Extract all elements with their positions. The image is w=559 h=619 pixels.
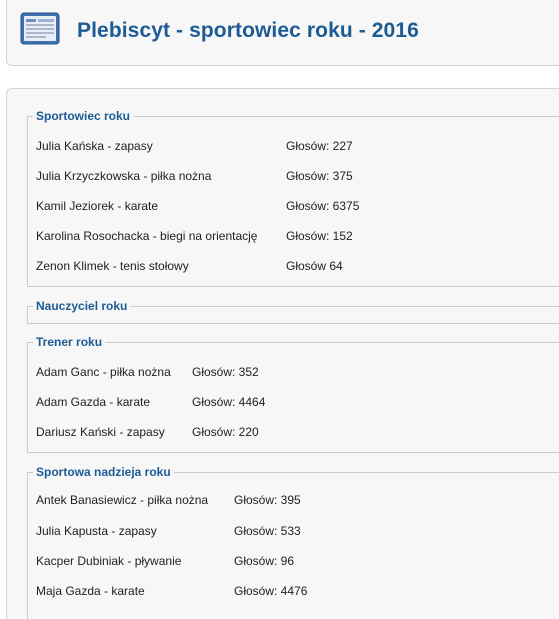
vote-count: Głosów 64: [286, 259, 343, 273]
page: Plebiscyt - sportowiec roku - 2016 Sport…: [0, 0, 559, 619]
category-trener-roku: Trener roku Adam Ganc - piłka nożna Głos…: [27, 333, 559, 453]
candidate-name: Karolina Rosochacka - biegi na orientacj…: [36, 229, 258, 243]
vote-count: Głosów: 533: [234, 524, 301, 538]
candidate-name: Julia Krzyczkowska - piłka nożna: [36, 169, 212, 183]
candidate-name: Kacper Dubiniak - pływanie: [36, 554, 182, 568]
category-legend: Sportowa nadzieja roku: [33, 463, 174, 481]
candidate-name: Kamil Jeziorek - karate: [36, 199, 159, 213]
vote-count: Głosów: 4476: [234, 584, 308, 598]
category-sportowa-nadzieja-roku: Sportowa nadzieja roku Antek Banasiewicz…: [27, 463, 559, 619]
vote-count: Głosów: 375: [286, 169, 353, 183]
category-legend: Nauczyciel roku: [33, 297, 131, 315]
vote-count: Głosów: 352: [192, 365, 259, 379]
candidate-name: Julia Kapusta - zapasy: [36, 524, 157, 538]
category-sportowiec-roku: Sportowiec roku Julia Kańska - zapasy Gł…: [27, 107, 559, 287]
candidate-name: Maja Gazda - karate: [36, 584, 145, 598]
vote-count: Głosów: 6375: [286, 199, 360, 213]
category-nauczyciel-roku: Nauczyciel roku: [27, 297, 559, 324]
candidate-name: Antek Banasiewicz - piłka nożna: [36, 493, 209, 507]
candidate-name: Adam Ganc - piłka nożna: [36, 365, 171, 379]
candidate-name: Zenon Klimek - tenis stołowy: [36, 259, 189, 273]
vote-count: Głosów: 220: [192, 425, 259, 439]
list-document-icon: [20, 12, 60, 45]
vote-count: Głosów: 96: [234, 554, 295, 568]
content-panel: Sportowiec roku Julia Kańska - zapasy Gł…: [6, 88, 559, 619]
page-title: Plebiscyt - sportowiec roku - 2016: [77, 19, 419, 42]
vote-count: Głosów: 227: [286, 139, 353, 153]
candidate-name: Dariusz Kański - zapasy: [36, 425, 165, 439]
category-legend: Trener roku: [33, 333, 106, 351]
vote-count: Głosów: 395: [234, 493, 301, 507]
vote-count: Głosów: 4464: [192, 395, 266, 409]
candidate-name: Julia Kańska - zapasy: [36, 139, 153, 153]
vote-count: Głosów: 152: [286, 229, 353, 243]
candidate-name: Adam Gazda - karate: [36, 395, 151, 409]
category-legend: Sportowiec roku: [33, 107, 134, 125]
page-header: Plebiscyt - sportowiec roku - 2016: [6, 0, 559, 66]
